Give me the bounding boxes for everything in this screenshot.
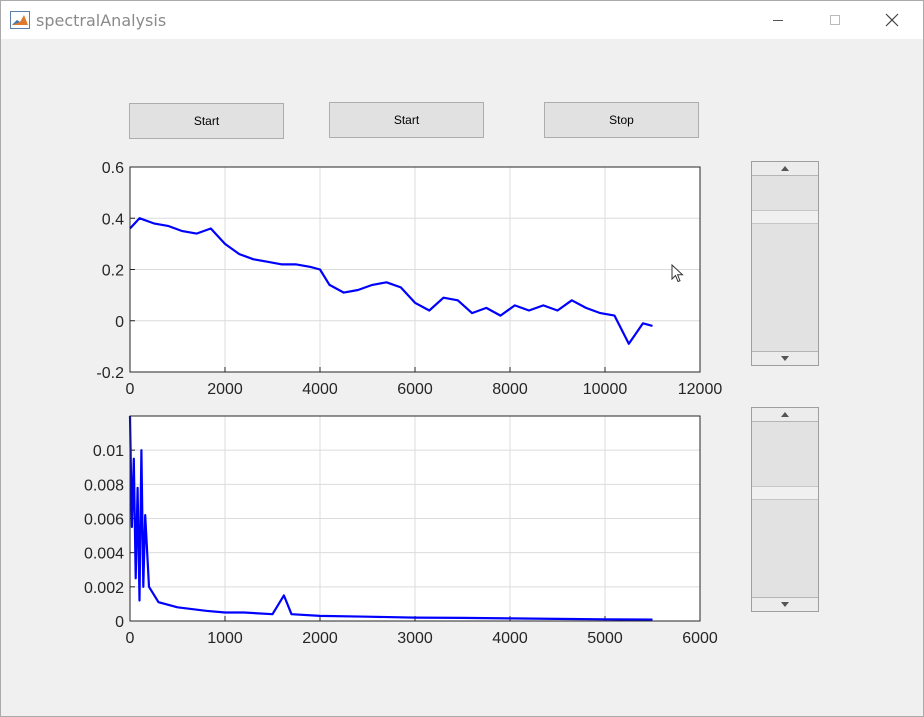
x-tick-label: 10000 [583,381,628,398]
scroll-track[interactable] [752,422,818,597]
y-tick-label: 0.2 [102,263,124,280]
scroll-thumb[interactable] [752,486,818,500]
mouse-pointer-icon [671,263,685,289]
x-tick-label: 4000 [492,630,528,647]
y-tick-label: 0 [115,614,124,631]
start-button-1[interactable]: Start [129,103,284,139]
x-tick-label: 2000 [302,630,338,647]
x-tick-label: 6000 [397,381,433,398]
y-tick-label: 0.006 [84,512,124,529]
y-tick-label: 0 [115,314,124,331]
y-tick-label: -0.2 [96,365,124,382]
matlab-icon [10,11,30,29]
scroll-thumb[interactable] [752,210,818,224]
x-tick-label: 4000 [302,381,338,398]
x-tick-label: 1000 [207,630,243,647]
title-bar[interactable]: spectralAnalysis [1,1,923,39]
x-tick-label: 0 [126,381,135,398]
window-title: spectralAnalysis [36,11,167,30]
x-tick-label: 5000 [587,630,623,647]
x-tick-label: 12000 [678,381,723,398]
x-tick-label: 8000 [492,381,528,398]
y-tick-label: 0.008 [84,477,124,494]
x-tick-label: 6000 [682,630,718,647]
minimize-button[interactable] [755,1,801,39]
scroll-track[interactable] [752,176,818,351]
minimize-icon [772,14,784,26]
y-tick-label: 0.01 [93,443,124,460]
scroll-down-arrow-icon[interactable] [752,597,818,611]
scroll-upper[interactable] [751,161,819,366]
app-window: spectralAnalysis Start Start Stop 0 2000 4… [0,0,924,717]
time-signal-axes: 0 2000 4000 6000 8000 10000 12000-0.200.20.40.… [96,160,723,398]
y-tick-label: 0.004 [84,546,124,563]
start-button-2[interactable]: Start [329,102,484,138]
close-icon [885,13,899,27]
scroll-up-arrow-icon[interactable] [752,408,818,422]
scroll-up-arrow-icon[interactable] [752,162,818,176]
maximize-icon [829,14,841,26]
y-tick-label: 0.002 [84,580,124,597]
x-tick-label: 2000 [207,381,243,398]
y-tick-label: 0.6 [102,160,124,177]
maximize-button[interactable] [812,1,858,39]
scroll-down-arrow-icon[interactable] [752,351,818,365]
x-tick-label: 0 [126,630,135,647]
scroll-lower[interactable] [751,407,819,612]
x-tick-label: 3000 [397,630,433,647]
stop-button[interactable]: Stop [544,102,699,138]
close-button[interactable] [869,1,915,39]
spectrum-axes: 0 1000 2000 3000 4000 5000 6000 0 0.002 0.004 0.00… [84,415,718,647]
y-tick-label: 0.4 [102,211,124,228]
